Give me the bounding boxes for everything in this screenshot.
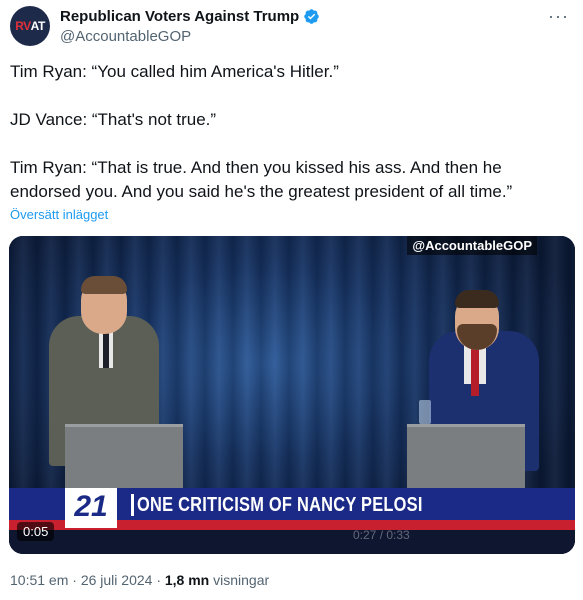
translate-link[interactable]: Översätt inlägget (10, 207, 108, 222)
tweet-footer: 10:51 em · 26 juli 2024 · 1,8 mn visning… (10, 572, 269, 588)
tweet-line: JD Vance: “That's not true.” (10, 110, 217, 129)
water-glass (419, 400, 431, 424)
views-label: visningar (209, 572, 270, 588)
author-name-row: Republican Voters Against Trump (60, 8, 320, 25)
avatar-text: RVAT (15, 19, 45, 33)
tweet-line: Tim Ryan: “That is true. And then you ki… (10, 158, 513, 201)
duration-badge: 0:05 (17, 522, 55, 541)
tweet-header: RVAT Republican Voters Against Trump @Ac… (10, 6, 573, 46)
video-player[interactable]: @AccountableGOP 21 ONE CRITICISM OF NANC… (9, 236, 575, 554)
verified-badge-icon (304, 9, 319, 24)
podium-left (65, 424, 183, 494)
tweet-text: Tim Ryan: “You called him America's Hitl… (10, 60, 570, 204)
channel-logo: 21 (65, 488, 117, 528)
video-watermark: @AccountableGOP (407, 236, 537, 255)
tweet-line: Tim Ryan: “You called him America's Hitl… (10, 62, 339, 81)
avatar[interactable]: RVAT (10, 6, 50, 46)
more-horizontal-icon[interactable]: ··· (548, 6, 569, 27)
video-progress-text: 0:27 / 0:33 (353, 528, 410, 542)
author-name[interactable]: Republican Voters Against Trump (60, 8, 299, 25)
video-headline: ONE CRITICISM OF NANCY PELOSI (137, 494, 423, 516)
podium-right (407, 424, 525, 494)
author-handle[interactable]: @AccountableGOP (60, 28, 191, 45)
timestamp[interactable]: 10:51 em · 26 juli 2024 · (10, 572, 165, 588)
views-count: 1,8 mn (164, 572, 210, 588)
